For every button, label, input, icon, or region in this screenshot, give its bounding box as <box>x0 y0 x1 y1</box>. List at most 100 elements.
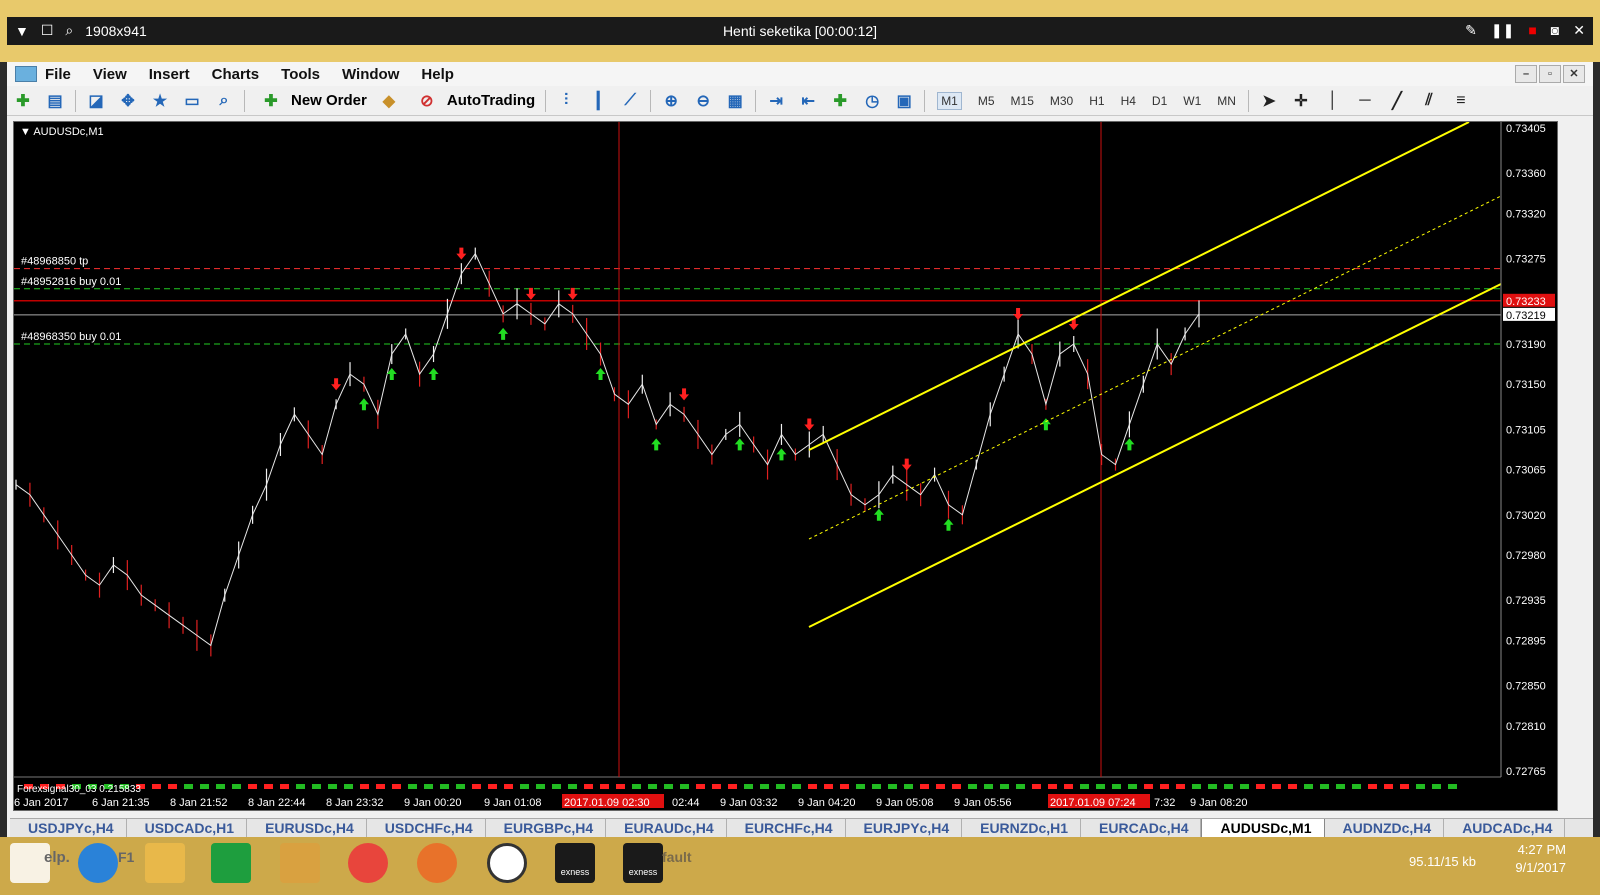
store-icon[interactable] <box>211 843 251 883</box>
menu-window[interactable]: Window <box>342 66 399 83</box>
tab-eurcad[interactable]: EURCADc,H4 <box>1081 819 1202 838</box>
candlestick-icon[interactable]: ┃ <box>585 89 611 113</box>
timeframe-mn[interactable]: MN <box>1217 94 1236 108</box>
y-tick-label: 0.72810 <box>1506 721 1546 733</box>
chart-shift-icon[interactable]: ⇤ <box>795 89 821 113</box>
notes-icon[interactable] <box>280 843 320 883</box>
file-explorer-icon[interactable] <box>145 843 185 883</box>
crosshair-nav-icon[interactable]: ✥ <box>115 89 141 113</box>
tab-audnzd[interactable]: AUDNZDc,H4 <box>1325 819 1445 838</box>
cursor-icon[interactable]: ➤ <box>1256 89 1282 113</box>
channel-icon[interactable]: ⫽ <box>1416 89 1442 113</box>
menu-insert[interactable]: Insert <box>149 66 190 83</box>
indicator-bar <box>1160 784 1169 789</box>
y-tick-label: 0.73190 <box>1506 339 1546 351</box>
tester-icon[interactable]: ⌕ <box>211 89 237 113</box>
close-window-button[interactable]: ✕ <box>1563 65 1585 83</box>
metaeditor-icon[interactable]: ◆ <box>376 89 402 113</box>
pause-icon[interactable]: ❚❚ <box>1491 22 1514 39</box>
exness-icon[interactable]: exness <box>555 843 595 883</box>
new-chart-icon[interactable]: ✚ <box>10 89 36 113</box>
tab-audusd[interactable]: AUDUSDc,M1 <box>1201 819 1325 838</box>
indicator-bar <box>920 784 929 789</box>
tab-usdchf[interactable]: USDCHFc,H4 <box>367 819 486 838</box>
y-tick-label: 0.73360 <box>1506 168 1546 180</box>
chart-canvas[interactable]: #48968850 tp #48952816 buy 0.01 #48968350 … <box>14 122 1558 811</box>
menu-charts[interactable]: Charts <box>212 66 260 83</box>
timeframe-w1[interactable]: W1 <box>1183 94 1201 108</box>
indicator-bar <box>728 784 737 789</box>
y-tick-label: 0.73405 <box>1506 123 1546 135</box>
indicator-bar <box>664 784 673 789</box>
x-tick-label: 8 Jan 21:52 <box>170 797 228 809</box>
terminal-icon[interactable]: ▭ <box>179 89 205 113</box>
exness-label-2: exness <box>628 867 658 877</box>
bar-chart-icon[interactable]: ⫶ <box>553 89 579 113</box>
profiles-icon[interactable]: ▤ <box>42 89 68 113</box>
sell-arrow-icon <box>331 378 342 391</box>
x-tick-label: 8 Jan 23:32 <box>326 797 384 809</box>
chart-tabs: USDJPYc,H4 USDCADc,H1 EURUSDc,H4 USDCHFc… <box>10 818 1593 838</box>
menu-file[interactable]: File <box>45 66 71 83</box>
tab-eurchf[interactable]: EURCHFc,H4 <box>727 819 846 838</box>
chrome-icon[interactable] <box>348 843 388 883</box>
indicator-bar <box>376 784 385 789</box>
horizontal-line-icon[interactable]: ─ <box>1352 89 1378 113</box>
indicator-bar <box>856 784 865 789</box>
crosshair-icon[interactable]: ✛ <box>1288 89 1314 113</box>
auto-scroll-icon[interactable]: ⇥ <box>763 89 789 113</box>
autotrading-label: AutoTrading <box>446 92 536 109</box>
indicator-bar <box>152 784 161 789</box>
exness-icon-2[interactable]: exness <box>623 843 663 883</box>
pencil-icon[interactable]: ✎ <box>1465 22 1477 39</box>
menu-tools[interactable]: Tools <box>281 66 320 83</box>
timeframe-d1[interactable]: D1 <box>1152 94 1167 108</box>
line-chart-icon[interactable]: ⟋ <box>617 89 643 113</box>
indicator-bar <box>280 784 289 789</box>
timeframe-m15[interactable]: M15 <box>1011 94 1034 108</box>
tab-eurjpy[interactable]: EURJPYc,H4 <box>846 819 963 838</box>
price-chart[interactable]: ▼ AUDUSDc,M1 #48968850 tp #48952816 buy 0… <box>13 121 1558 811</box>
firefox-icon[interactable] <box>417 843 457 883</box>
tab-usdcad[interactable]: USDCADc,H1 <box>127 819 248 838</box>
timeframe-h1[interactable]: H1 <box>1089 94 1104 108</box>
tab-euraud[interactable]: EURAUDc,H4 <box>606 819 727 838</box>
indicator-bar <box>168 784 177 789</box>
indicator-bar <box>1192 784 1201 789</box>
camera-icon[interactable]: ◙ <box>1551 22 1559 39</box>
new-order-button[interactable]: ✚ New Order <box>255 89 367 113</box>
zoom-out-icon[interactable]: ⊖ <box>690 89 716 113</box>
timeframe-h4[interactable]: H4 <box>1121 94 1136 108</box>
timeframe-m5[interactable]: M5 <box>978 94 995 108</box>
trendline-icon[interactable]: ╱ <box>1384 89 1410 113</box>
menu-help[interactable]: Help <box>421 66 454 83</box>
autotrading-button[interactable]: ⊘ AutoTrading <box>411 89 535 113</box>
minimize-button[interactable]: – <box>1515 65 1537 83</box>
ie-icon[interactable] <box>78 843 118 883</box>
tab-audcad[interactable]: AUDCADc,H4 <box>1444 819 1566 838</box>
timeframe-m1[interactable]: M1 <box>937 91 962 110</box>
menu-view[interactable]: View <box>93 66 127 83</box>
tab-usdjpy[interactable]: USDJPYc,H4 <box>10 819 127 838</box>
timeframe-m30[interactable]: M30 <box>1050 94 1073 108</box>
tile-windows-icon[interactable]: ▦ <box>722 89 748 113</box>
stop-icon[interactable]: ■ <box>1528 22 1536 39</box>
navigator-icon[interactable]: ★ <box>147 89 173 113</box>
fibonacci-icon[interactable]: ≡ <box>1448 89 1474 113</box>
market-watch-icon[interactable]: ◪ <box>83 89 109 113</box>
channel-mid-line <box>808 195 1502 540</box>
y-tick-label: 0.73320 <box>1506 208 1546 220</box>
app-circle-icon[interactable] <box>487 843 527 883</box>
indicators-icon[interactable]: ✚ <box>827 89 853 113</box>
x-tick-label: 9 Jan 03:32 <box>720 797 778 809</box>
vertical-line-icon[interactable]: │ <box>1320 89 1346 113</box>
tab-eurusd[interactable]: EURUSDc,H4 <box>247 819 367 838</box>
restore-button[interactable]: ▫ <box>1539 65 1561 83</box>
tab-eurgbp[interactable]: EURGBPc,H4 <box>486 819 607 838</box>
periods-icon[interactable]: ◷ <box>859 89 885 113</box>
close-icon[interactable]: ✕ <box>1573 22 1585 39</box>
zoom-in-icon[interactable]: ⊕ <box>658 89 684 113</box>
tab-eurnzd[interactable]: EURNZDc,H1 <box>962 819 1082 838</box>
templates-icon[interactable]: ▣ <box>891 89 917 113</box>
indicator-bar <box>1176 784 1185 789</box>
